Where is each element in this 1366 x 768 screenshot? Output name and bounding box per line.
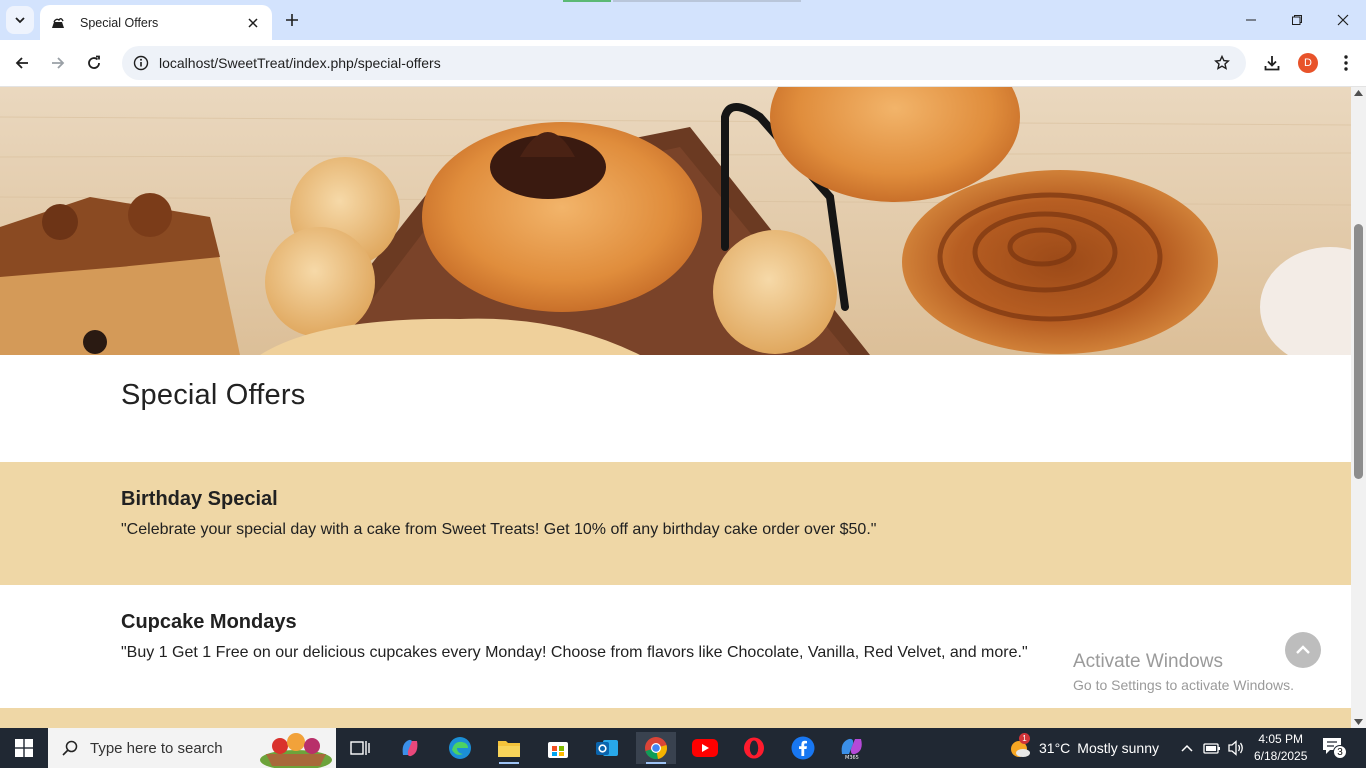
svg-text:M365: M365 [845, 755, 859, 760]
microsoft-store-icon[interactable] [538, 732, 578, 764]
offer-description: "Celebrate your special day with a cake … [121, 521, 877, 538]
search-placeholder: Type here to search [90, 739, 223, 757]
outlook-icon[interactable] [587, 732, 627, 764]
offer-title: Cupcake Mondays [121, 611, 297, 633]
weather-alert-badge: 1 [1019, 733, 1030, 744]
clock-time: 4:05 PM [1258, 732, 1304, 746]
taskbar-search-box[interactable]: Type here to search [48, 728, 336, 768]
activate-windows-watermark: Activate Windows Go to Settings to activ… [1073, 651, 1294, 693]
page-viewport: Special Offers Birthday Special "Celebra… [0, 87, 1351, 728]
active-app-indicator [499, 762, 519, 764]
page-scrollbar[interactable] [1351, 87, 1366, 728]
offer-description: "Buy 1 Get 1 Free on our delicious cupca… [121, 644, 1028, 661]
watermark-line1: Activate Windows [1073, 651, 1223, 672]
system-clock[interactable]: 4:05 PM 6/18/2025 [1254, 731, 1307, 765]
download-icon[interactable] [1260, 51, 1284, 75]
page-title: Special Offers [121, 379, 306, 411]
close-window-icon[interactable] [1320, 0, 1366, 40]
offer-title: Birthday Special [121, 488, 278, 510]
tab-group-marker-secondary [613, 0, 801, 2]
chevron-up-icon [1296, 645, 1310, 654]
notification-count-badge: 3 [1333, 745, 1347, 759]
address-bar[interactable]: localhost/SweetTreat/index.php/special-o… [122, 46, 1246, 80]
weather-sun-icon: 1 [1008, 733, 1032, 760]
scroll-down-arrow-icon[interactable] [1354, 719, 1363, 725]
profile-avatar[interactable]: D [1298, 53, 1318, 73]
opera-icon[interactable] [734, 732, 774, 764]
site-info-icon[interactable] [124, 46, 158, 80]
browser-tab-strip: Special Offers [0, 0, 1366, 40]
offer-card-birthday: Birthday Special "Celebrate your special… [0, 462, 1351, 585]
facebook-icon[interactable] [783, 732, 823, 764]
back-arrow-icon[interactable] [10, 51, 34, 75]
battery-icon[interactable] [1203, 728, 1221, 768]
edge-browser-icon[interactable] [440, 732, 480, 764]
reload-icon[interactable] [82, 51, 106, 75]
scroll-to-top-button[interactable] [1285, 632, 1321, 668]
weather-temperature: 31°C [1039, 740, 1071, 756]
forward-arrow-icon[interactable] [46, 51, 70, 75]
clock-date: 6/18/2025 [1254, 749, 1308, 763]
cake-favicon-icon [50, 15, 66, 31]
weather-widget[interactable]: 1 31°C Mostly sunny [1008, 728, 1159, 768]
youtube-icon[interactable] [685, 732, 725, 764]
offer-card-next [0, 708, 1351, 728]
tab-group-marker [563, 0, 611, 2]
volume-icon[interactable] [1227, 728, 1245, 768]
browser-toolbar: localhost/SweetTreat/index.php/special-o… [0, 40, 1366, 87]
file-explorer-icon[interactable] [489, 732, 529, 764]
notification-center-icon[interactable]: 3 [1322, 728, 1347, 768]
windows-start-icon[interactable] [0, 728, 48, 768]
watermark-line2: Go to Settings to activate Windows. [1073, 677, 1294, 693]
bookmark-star-icon[interactable] [1212, 53, 1232, 73]
tab-title: Special Offers [80, 15, 159, 30]
restore-icon[interactable] [1274, 0, 1320, 40]
microsoft-365-icon[interactable]: M365 [832, 732, 872, 764]
fruit-basket-icon [260, 733, 332, 768]
chevron-down-icon [15, 17, 25, 24]
hero-pastry-image [0, 87, 1351, 355]
more-menu-icon[interactable] [1334, 51, 1358, 75]
new-tab-plus-icon[interactable] [282, 10, 302, 30]
minimize-icon[interactable] [1228, 0, 1274, 40]
browser-tab-active[interactable]: Special Offers [40, 5, 272, 40]
windows-taskbar: Type here to search M365 1 31°C Mostly s… [0, 728, 1366, 768]
search-icon [62, 740, 78, 756]
weather-description: Mostly sunny [1077, 740, 1159, 756]
tab-close-icon[interactable] [244, 14, 262, 32]
tab-search-button[interactable] [6, 6, 34, 34]
scrollbar-thumb[interactable] [1354, 224, 1363, 479]
chrome-icon[interactable] [636, 732, 676, 764]
scroll-up-arrow-icon[interactable] [1354, 90, 1363, 96]
active-app-indicator [646, 762, 666, 764]
url-text[interactable]: localhost/SweetTreat/index.php/special-o… [159, 55, 441, 71]
copilot-icon[interactable] [390, 732, 430, 764]
show-hidden-icons-chevron-icon[interactable] [1180, 728, 1194, 768]
task-view-icon[interactable] [340, 732, 380, 764]
